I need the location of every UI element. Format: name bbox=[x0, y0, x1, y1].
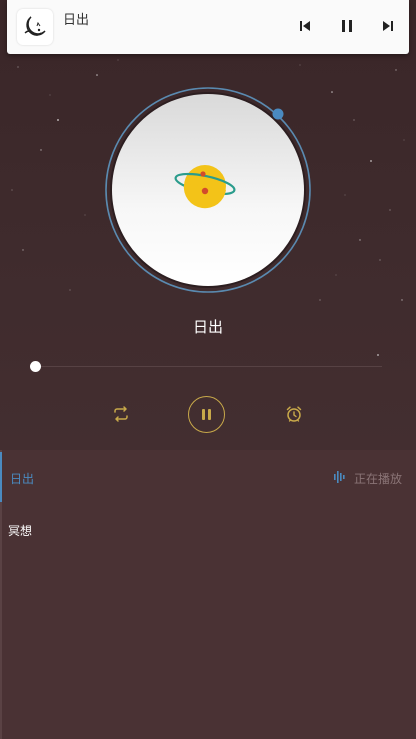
playlist-item-label: 冥想 bbox=[8, 524, 33, 538]
moon-cat-app-icon bbox=[17, 9, 53, 45]
seek-bar[interactable] bbox=[30, 360, 382, 372]
pause-icon bbox=[342, 20, 352, 32]
seek-thumb[interactable] bbox=[30, 361, 41, 372]
playlist-item[interactable]: 冥想 bbox=[0, 504, 416, 554]
alarm-button[interactable] bbox=[285, 405, 303, 427]
skip-previous-icon bbox=[300, 21, 310, 31]
playlist-item-active[interactable]: 日出 正在播放 bbox=[0, 452, 416, 502]
now-playing-label: 正在播放 bbox=[353, 472, 402, 486]
disc-progress-knob[interactable] bbox=[272, 108, 284, 120]
player-panel: 日出 bbox=[0, 0, 416, 450]
song-title: 日出 bbox=[192, 318, 223, 336]
repeat-button[interactable] bbox=[112, 406, 130, 426]
playlist: 日出 正在播放 冥想 bbox=[0, 450, 416, 739]
notification-pause-button[interactable] bbox=[337, 16, 357, 36]
skip-previous-button[interactable] bbox=[295, 16, 315, 36]
alarm-clock-icon bbox=[286, 406, 302, 422]
media-notification[interactable]: 日出 bbox=[7, 0, 409, 54]
playlist-item-label: 日出 bbox=[10, 472, 35, 486]
repeat-icon bbox=[114, 406, 128, 422]
skip-next-icon bbox=[383, 21, 393, 31]
play-pause-button[interactable] bbox=[188, 396, 225, 433]
seek-track bbox=[36, 366, 382, 367]
equalizer-icon bbox=[334, 471, 345, 483]
notification-title: 日出 bbox=[63, 13, 90, 28]
skip-next-button[interactable] bbox=[378, 16, 398, 36]
music-player-screen: 日出 日出 日出 正在播放 冥想 bbox=[0, 0, 416, 739]
album-disc bbox=[104, 86, 312, 294]
